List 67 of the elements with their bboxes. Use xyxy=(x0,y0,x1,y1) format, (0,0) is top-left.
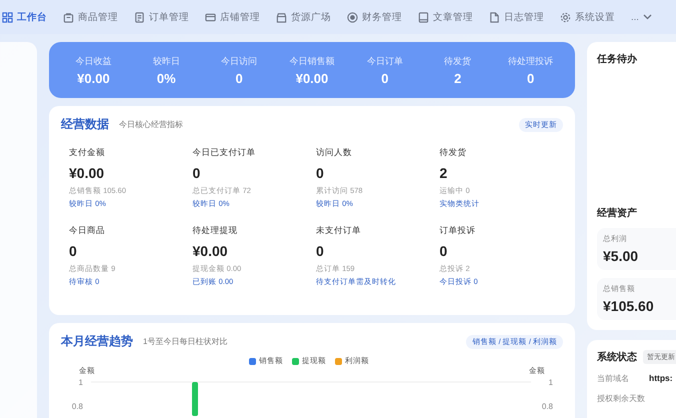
summary-value: 0% xyxy=(156,70,176,86)
metric-value: ¥0.00 xyxy=(69,165,106,181)
nav-tab[interactable]: 店铺管理 xyxy=(203,0,262,34)
summary-value: ¥0.00 xyxy=(296,70,328,86)
summary-value: 0 xyxy=(236,70,243,86)
summary-label: 今日收益 xyxy=(75,54,112,68)
metric-label: 今日商品 xyxy=(69,225,106,237)
document-icon xyxy=(134,12,145,22)
nav-tab[interactable]: 订单管理 xyxy=(132,0,191,34)
section-subtitle: 今日核心经营指标 xyxy=(119,119,183,130)
status-label: 当前域名 xyxy=(597,373,629,384)
metric-value: 0 xyxy=(316,243,325,259)
metric-value: 0 xyxy=(192,165,202,181)
summary-value: ¥0.00 xyxy=(77,70,110,86)
summary-label: 今日访问 xyxy=(221,54,258,68)
nav-tab[interactable]: 财务管理 xyxy=(345,0,404,34)
nav-tab[interactable]: 文章管理 xyxy=(416,0,475,34)
metric-value: 2 xyxy=(440,165,448,181)
chart-bar xyxy=(192,382,198,416)
y-tick-label: 1 xyxy=(548,378,553,387)
metric-label: 未支付订单 xyxy=(316,225,362,237)
status-value: https: xyxy=(649,373,673,384)
metric-label: 订单投诉 xyxy=(440,225,476,237)
section-title: 任务待办 xyxy=(597,52,638,66)
summary-value: 0 xyxy=(526,70,534,86)
summary-label: 待处理投诉 xyxy=(508,54,554,68)
book-icon xyxy=(418,12,429,22)
nav-tab[interactable]: 商品管理 xyxy=(61,0,120,34)
asset-value: ¥105.60 xyxy=(603,298,655,314)
section-subtitle: 1号至今日每日柱状对比 xyxy=(143,336,228,347)
status-label: 授权剩余天数 xyxy=(597,393,645,404)
y-tick-label: 0.8 xyxy=(72,402,83,411)
metric-value: 0 xyxy=(69,243,78,259)
bag-icon xyxy=(63,12,74,22)
summary-value: 2 xyxy=(454,70,462,86)
store-icon xyxy=(276,12,287,22)
card-icon xyxy=(205,12,216,22)
section-title: 本月经营趋势 xyxy=(61,333,133,350)
file-icon xyxy=(489,12,500,22)
metric-value: ¥0.00 xyxy=(192,243,229,259)
section-title: 经营数据 xyxy=(61,116,109,133)
summary-label: 较昨日 xyxy=(152,54,180,68)
summary-label: 今日订单 xyxy=(366,54,403,68)
nav-tab[interactable]: 系统设置 xyxy=(558,0,617,34)
metric-label: 今日已支付订单 xyxy=(192,147,256,159)
summary-value: 0 xyxy=(381,70,388,86)
metric-value: 0 xyxy=(440,243,448,259)
summary-label: 待发货 xyxy=(444,54,472,68)
y-tick-label: 0.8 xyxy=(542,402,553,411)
section-title: 系统状态 xyxy=(597,350,637,364)
summary-label: 今日销售额 xyxy=(289,54,334,68)
nav-tab[interactable]: 工作台 xyxy=(0,0,49,34)
nav-tab[interactable]: ... xyxy=(629,0,654,34)
metric-label: 支付金额 xyxy=(69,147,106,159)
nav-tab[interactable]: 货源广场 xyxy=(274,0,333,34)
metric-label: 访问人数 xyxy=(316,147,353,159)
metric-label: 待处理提现 xyxy=(192,225,238,237)
grid-icon xyxy=(2,12,13,22)
asset-value: ¥5.00 xyxy=(603,248,640,264)
y-tick-label: 1 xyxy=(78,378,83,387)
metric-label: 待发货 xyxy=(440,147,468,159)
chevron-down-icon xyxy=(642,14,652,20)
nav-tab[interactable]: 日志管理 xyxy=(487,0,546,34)
metric-value: 0 xyxy=(316,165,325,181)
settings-icon xyxy=(560,12,571,22)
coin-icon xyxy=(347,12,358,22)
section-title: 经营资产 xyxy=(597,206,638,220)
